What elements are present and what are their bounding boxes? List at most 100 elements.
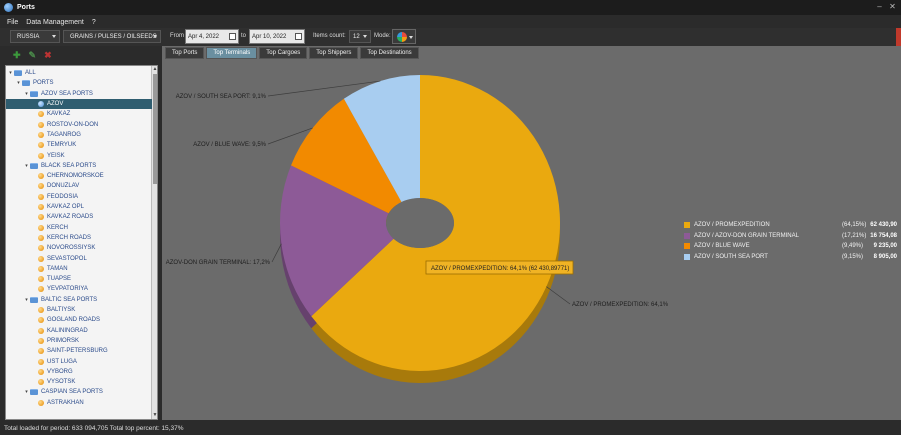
left-panel: ✚ ✎ ✖ ▲ ▼ ▾ ALL ▾ PORTS ▾ AZOV SEA PORTS AZOV K… <box>4 46 160 420</box>
chart-tooltip: AZOV / PROMEXPEDITION: 64,1% (62 430,897… <box>425 260 574 275</box>
tree-item[interactable]: GOGLAND ROADS <box>6 315 152 325</box>
tab-top-cargoes[interactable]: Top Cargoes <box>259 47 308 59</box>
tree-item[interactable]: YEVPATORIYA <box>6 284 152 294</box>
ports-tree[interactable]: ▲ ▼ ▾ ALL ▾ PORTS ▾ AZOV SEA PORTS AZOV KAVKAZ R… <box>5 65 158 420</box>
from-date-picker[interactable]: Apr 4, 2022 <box>185 29 239 44</box>
tree-item-label: BALTIC SEA PORTS <box>41 296 98 303</box>
country-select[interactable]: RUSSIA <box>10 30 60 43</box>
tree-item[interactable]: KERCH ROADS <box>6 233 152 243</box>
close-icon[interactable]: ✕ <box>888 2 897 11</box>
tooltip-text: AZOV / PROMEXPEDITION: 64,1% (62 430,897… <box>431 266 569 272</box>
port-icon <box>38 224 44 231</box>
calendar-icon[interactable] <box>229 33 236 40</box>
tree-item[interactable]: YEISK <box>6 150 152 160</box>
chart-legend: AZOV / PROMEXPEDITION (64,15%) 62 430,90 AZ… <box>684 220 899 262</box>
pie-chart-icon <box>397 32 407 42</box>
menu-help[interactable]: ? <box>92 19 96 26</box>
legend-percent: (17,21%) <box>842 232 867 239</box>
tree-item[interactable]: UST LUGA <box>6 356 152 366</box>
tree-folder[interactable]: ▾ CASPIAN SEA PORTS <box>6 387 152 397</box>
tab-top-terminals[interactable]: Top Terminals <box>206 47 258 59</box>
legend-name: AZOV / BLUE WAVE <box>694 243 750 250</box>
expand-toggle-icon[interactable]: ▾ <box>24 389 29 395</box>
legend-value: 9 235,00 <box>873 243 897 250</box>
to-date-picker[interactable]: Apr 10, 2022 <box>249 29 305 44</box>
tree-folder[interactable]: ▾ AZOV SEA PORTS <box>6 89 152 99</box>
tree-item[interactable]: KALININGRAD <box>6 326 152 336</box>
tab-top-shippers[interactable]: Top Shippers <box>309 47 359 59</box>
tree-item[interactable]: DONUZLAV <box>6 181 152 191</box>
add-icon[interactable]: ✚ <box>13 50 21 61</box>
tree-item[interactable]: KAVKAZ OPL <box>6 202 152 212</box>
tree-item[interactable]: TUAPSE <box>6 274 152 284</box>
legend-entry: AZOV / BLUE WAVE (9,49%) 9 235,00 <box>684 241 899 252</box>
app-icon <box>4 3 13 12</box>
chevron-down-icon <box>363 35 367 38</box>
tree-item-label: VYSOTSK <box>47 379 76 386</box>
mode-label: Mode: <box>374 33 391 39</box>
slice-label: AZOV / BLUE WAVE: 9,5% <box>193 142 266 148</box>
edit-icon[interactable]: ✎ <box>29 50 37 61</box>
menu-data-management[interactable]: Data Management <box>26 19 84 26</box>
items-count-select[interactable]: 12 <box>349 30 371 43</box>
expand-toggle-icon[interactable]: ▾ <box>8 70 13 76</box>
tree-item-label: ALL <box>25 70 36 77</box>
tree-item-label: TEMRYUK <box>47 142 77 149</box>
calendar-icon[interactable] <box>295 33 302 40</box>
tree-item[interactable]: FEODOSIA <box>6 192 152 202</box>
category-select[interactable]: GRAINS / PULSES / OILSEEDS <box>63 30 161 43</box>
legend-percent: (9,15%) <box>842 253 864 260</box>
minimize-icon[interactable]: – <box>875 2 884 11</box>
tree-item[interactable]: CHERNOMORSKOE <box>6 171 152 181</box>
tree-item[interactable]: VYBORG <box>6 367 152 377</box>
legend-percent: (64,15%) <box>842 222 867 229</box>
tree-folder[interactable]: ▾ BLACK SEA PORTS <box>6 161 152 171</box>
tree-item[interactable]: ASTRAKHAN <box>6 398 152 408</box>
tab-top-ports[interactable]: Top Ports <box>165 47 205 59</box>
legend-swatch <box>684 232 690 239</box>
tree-item[interactable]: NOVOROSSIYSK <box>6 243 152 253</box>
chevron-down-icon <box>52 35 56 38</box>
folder-icon <box>22 80 30 87</box>
expand-toggle-icon[interactable]: ▾ <box>16 80 21 86</box>
expand-toggle-icon[interactable]: ▾ <box>24 91 29 97</box>
tree-item-label: PORTS <box>33 80 54 87</box>
delete-icon[interactable]: ✖ <box>44 50 52 61</box>
legend-swatch <box>684 253 690 260</box>
scroll-up-icon[interactable]: ▲ <box>152 66 157 73</box>
tree-item[interactable]: PRIMORSK <box>6 336 152 346</box>
tree-folder[interactable]: ▾ PORTS <box>6 78 152 88</box>
tab-top-destinations[interactable]: Top Destinations <box>360 47 419 59</box>
mode-select[interactable] <box>392 29 416 44</box>
tree-item-label: BLACK SEA PORTS <box>41 162 97 169</box>
expand-toggle-icon[interactable]: ▾ <box>24 297 29 303</box>
tree-item[interactable]: KAVKAZ <box>6 109 152 119</box>
tree-item[interactable]: ROSTOV-ON-DON <box>6 120 152 130</box>
tree-item[interactable]: SAINT-PETERSBURG <box>6 346 152 356</box>
tree-item[interactable]: SEVASTOPOL <box>6 253 152 263</box>
tree-item-label: YEISK <box>47 152 65 159</box>
tree-item[interactable]: TAGANROG <box>6 130 152 140</box>
tree-item[interactable]: KERCH <box>6 223 152 233</box>
tree-item[interactable]: AZOV <box>6 98 152 110</box>
tree-item-label: AZOV SEA PORTS <box>41 90 93 97</box>
port-icon <box>38 337 44 344</box>
legend-entry: AZOV / AZOV-DON GRAIN TERMINAL (17,21%) 16… <box>684 231 899 242</box>
tree-item[interactable]: TEMRYUK <box>6 140 152 150</box>
scroll-thumb[interactable] <box>153 74 157 184</box>
side-accent <box>896 28 901 46</box>
tree-folder[interactable]: ▾ BALTIC SEA PORTS <box>6 295 152 305</box>
menu-file[interactable]: File <box>7 19 18 26</box>
folder-icon <box>14 70 22 77</box>
scroll-down-icon[interactable]: ▼ <box>152 412 157 419</box>
slice-leader-line <box>546 286 571 305</box>
tree-item[interactable]: VYSOTSK <box>6 377 152 387</box>
tree-item[interactable]: BALTIYSK <box>6 305 152 315</box>
tree-item[interactable]: KAVKAZ ROADS <box>6 212 152 222</box>
tree-folder[interactable]: ▾ ALL <box>6 68 152 78</box>
expand-toggle-icon[interactable]: ▾ <box>24 163 29 169</box>
tree-item[interactable]: TAMAN <box>6 264 152 274</box>
tree-item-label: PRIMORSK <box>47 337 80 344</box>
port-icon <box>38 152 44 159</box>
tree-item-label: TAGANROG <box>47 131 81 138</box>
